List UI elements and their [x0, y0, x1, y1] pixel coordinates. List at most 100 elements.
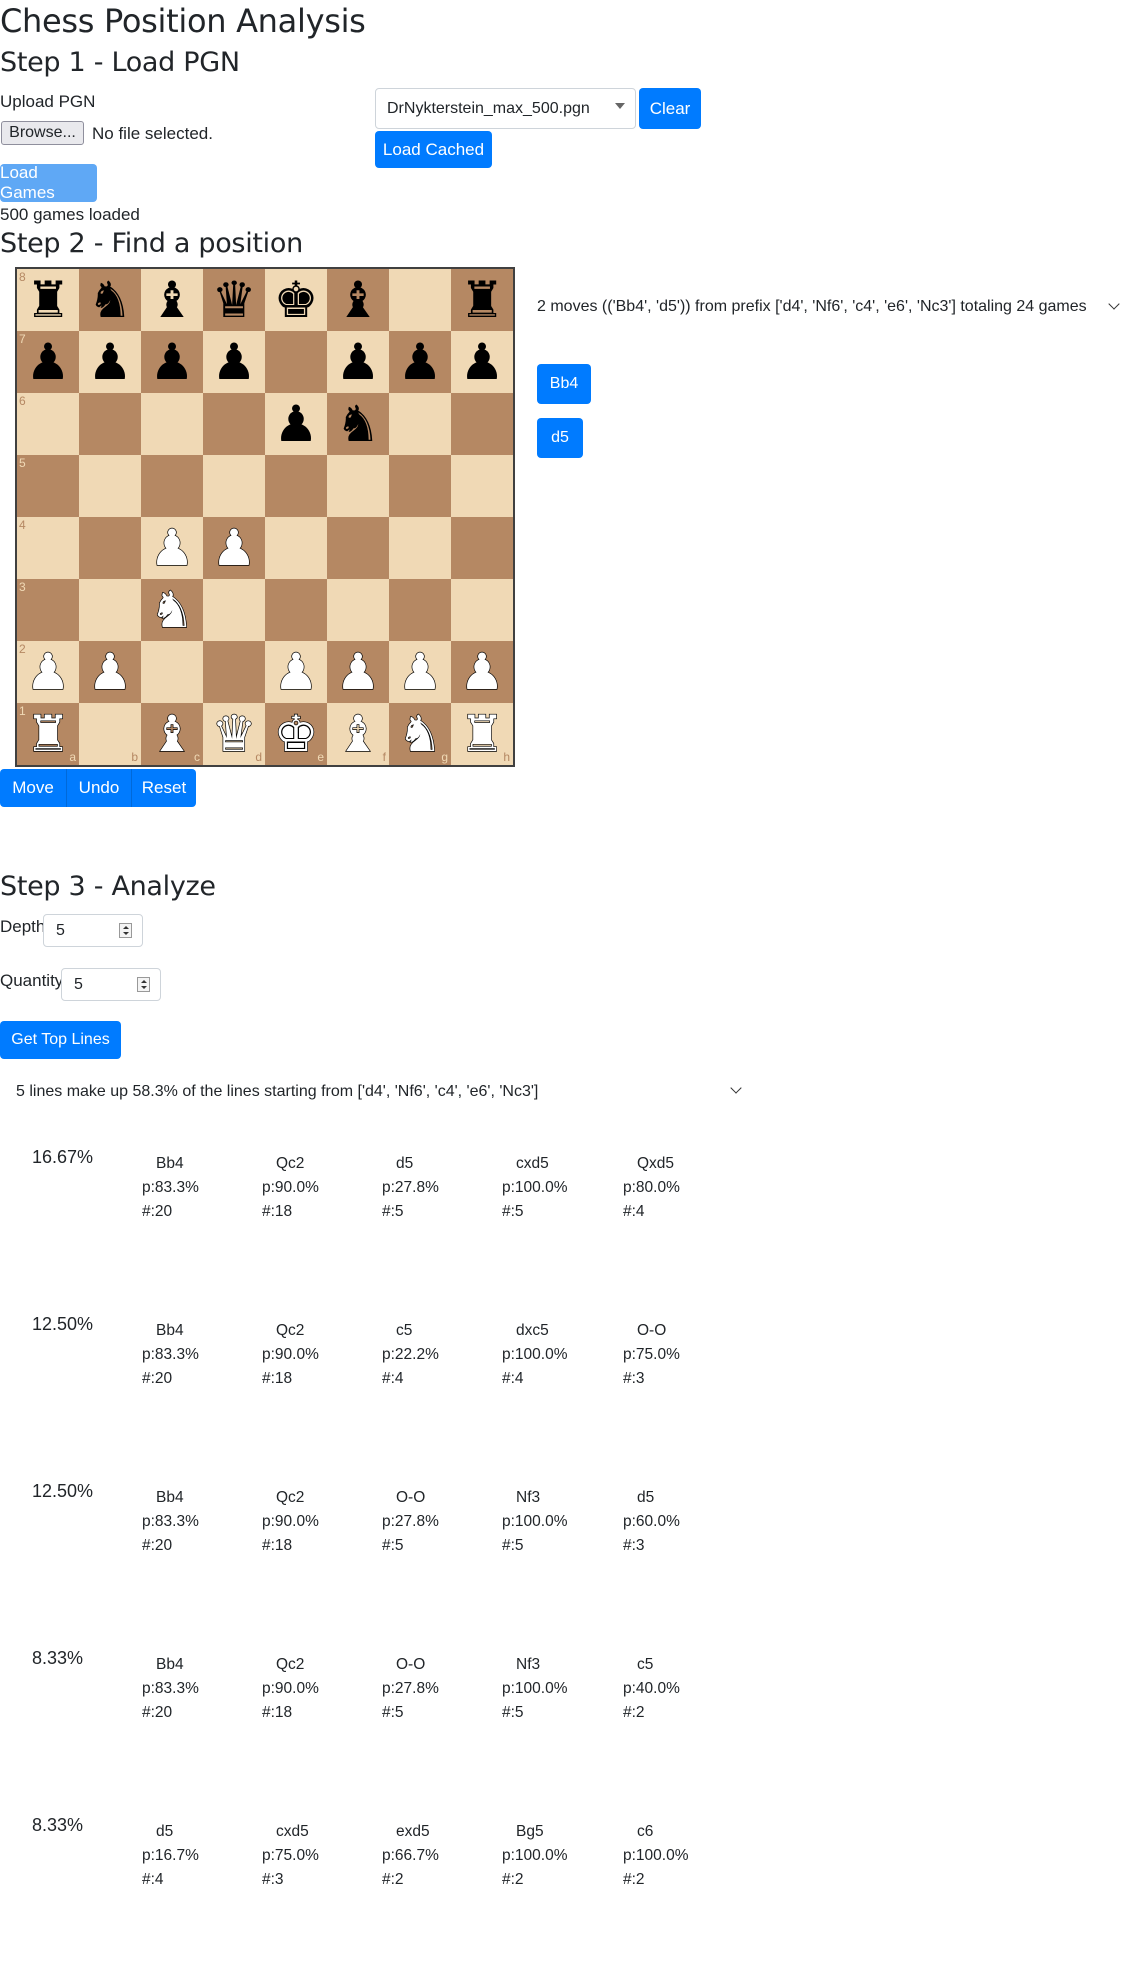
- depth-input[interactable]: 5: [43, 914, 143, 947]
- board-square[interactable]: [203, 579, 265, 641]
- load-cached-button[interactable]: Load Cached: [375, 131, 492, 168]
- board-square[interactable]: c ♝: [141, 703, 203, 765]
- white-pawn-icon[interactable]: ♟: [273, 646, 319, 697]
- board-square[interactable]: ♟: [265, 393, 327, 455]
- board-square[interactable]: [389, 455, 451, 517]
- white-rook-icon[interactable]: ♜: [459, 708, 505, 759]
- chevron-down-icon[interactable]: [730, 1082, 742, 1094]
- board-square[interactable]: 2 ♟: [17, 641, 79, 703]
- white-pawn-icon[interactable]: ♟: [459, 646, 505, 697]
- white-bishop-icon[interactable]: ♝: [149, 708, 195, 759]
- white-knight-icon[interactable]: ♞: [149, 584, 195, 635]
- board-square[interactable]: [79, 579, 141, 641]
- board-square[interactable]: ♟: [79, 331, 141, 393]
- board-square[interactable]: g ♞: [389, 703, 451, 765]
- white-king-icon[interactable]: ♚: [273, 708, 319, 759]
- quantity-input[interactable]: 5: [61, 968, 161, 1001]
- white-rook-icon[interactable]: ♜: [25, 708, 71, 759]
- board-square[interactable]: 4: [17, 517, 79, 579]
- black-rook-icon[interactable]: ♜: [460, 275, 505, 325]
- black-pawn-icon[interactable]: ♟: [460, 337, 505, 387]
- board-square[interactable]: [451, 393, 513, 455]
- browse-button[interactable]: Browse...: [1, 121, 84, 145]
- board-square[interactable]: [141, 455, 203, 517]
- board-square[interactable]: h ♜: [451, 703, 513, 765]
- board-square[interactable]: 3: [17, 579, 79, 641]
- board-square[interactable]: [389, 579, 451, 641]
- board-square[interactable]: ♟: [389, 641, 451, 703]
- board-square[interactable]: [265, 579, 327, 641]
- board-square[interactable]: f ♝: [327, 703, 389, 765]
- black-pawn-icon[interactable]: ♟: [26, 337, 71, 387]
- board-square[interactable]: [389, 517, 451, 579]
- board-square[interactable]: 6: [17, 393, 79, 455]
- black-knight-icon[interactable]: ♞: [88, 275, 133, 325]
- next-move-button[interactable]: d5: [537, 418, 583, 458]
- board-square[interactable]: 7 ♟: [17, 331, 79, 393]
- white-pawn-icon[interactable]: ♟: [25, 646, 71, 697]
- board-square[interactable]: ♛: [203, 269, 265, 331]
- black-pawn-icon[interactable]: ♟: [274, 399, 319, 449]
- load-games-button[interactable]: Load Games: [0, 163, 97, 202]
- board-square[interactable]: [389, 269, 451, 331]
- white-queen-icon[interactable]: ♛: [211, 708, 257, 759]
- clear-button[interactable]: Clear: [639, 88, 701, 129]
- black-bishop-icon[interactable]: ♝: [150, 275, 195, 325]
- board-square[interactable]: d ♛: [203, 703, 265, 765]
- black-pawn-icon[interactable]: ♟: [398, 337, 443, 387]
- cached-file-select[interactable]: DrNykterstein_max_500.pgn: [375, 88, 636, 129]
- lines-summary-toggle[interactable]: 5 lines make up 58.3% of the lines start…: [16, 1083, 538, 1101]
- board-square[interactable]: 1 a ♜: [17, 703, 79, 765]
- board-square[interactable]: ♟: [327, 641, 389, 703]
- board-square[interactable]: [265, 455, 327, 517]
- white-bishop-icon[interactable]: ♝: [335, 708, 381, 759]
- board-square[interactable]: ♞: [79, 269, 141, 331]
- board-square[interactable]: ♟: [451, 641, 513, 703]
- white-pawn-icon[interactable]: ♟: [149, 522, 195, 573]
- board-square[interactable]: [327, 455, 389, 517]
- board-square[interactable]: [451, 455, 513, 517]
- board-square[interactable]: [141, 641, 203, 703]
- board-square[interactable]: [203, 393, 265, 455]
- board-square[interactable]: ♟: [389, 331, 451, 393]
- chess-board[interactable]: 8 ♜ ♞ ♝ ♛ ♚ ♝ ♜ 7 ♟ ♟ ♟ ♟ ♟ ♟ ♟ 6 ♟ ♞ 5 4 ♟ ♟ 3 ♞ 2 ♟ ♟ ♟ ♟ ♟ ♟ 1 a ♜ b c ♝ d ♛…: [15, 267, 515, 767]
- board-square[interactable]: [265, 331, 327, 393]
- board-square[interactable]: e ♚: [265, 703, 327, 765]
- board-square[interactable]: [265, 517, 327, 579]
- black-pawn-icon[interactable]: ♟: [88, 337, 133, 387]
- board-square[interactable]: ♟: [203, 517, 265, 579]
- board-square[interactable]: 8 ♜: [17, 269, 79, 331]
- board-square[interactable]: ♟: [327, 331, 389, 393]
- board-square[interactable]: ♜: [451, 269, 513, 331]
- moves-summary-toggle[interactable]: 2 moves (('Bb4', 'd5')) from prefix ['d4…: [537, 298, 1087, 316]
- board-square[interactable]: [327, 579, 389, 641]
- get-top-lines-button[interactable]: Get Top Lines: [0, 1021, 121, 1059]
- board-square[interactable]: ♞: [141, 579, 203, 641]
- board-square[interactable]: ♟: [203, 331, 265, 393]
- undo-button[interactable]: Undo: [66, 769, 131, 807]
- black-knight-icon[interactable]: ♞: [336, 399, 381, 449]
- board-square[interactable]: ♟: [265, 641, 327, 703]
- board-square[interactable]: ♟: [141, 517, 203, 579]
- board-square[interactable]: [203, 455, 265, 517]
- black-pawn-icon[interactable]: ♟: [336, 337, 381, 387]
- board-square[interactable]: 5: [17, 455, 79, 517]
- board-square[interactable]: ♝: [141, 269, 203, 331]
- board-square[interactable]: ♚: [265, 269, 327, 331]
- board-square[interactable]: [451, 579, 513, 641]
- board-square[interactable]: ♟: [451, 331, 513, 393]
- board-square[interactable]: [79, 393, 141, 455]
- board-square[interactable]: [79, 455, 141, 517]
- board-square[interactable]: ♝: [327, 269, 389, 331]
- stepper-icon[interactable]: [119, 923, 132, 938]
- reset-button[interactable]: Reset: [131, 769, 196, 807]
- board-square[interactable]: [327, 517, 389, 579]
- black-bishop-icon[interactable]: ♝: [336, 275, 381, 325]
- next-move-button[interactable]: Bb4: [537, 364, 591, 404]
- move-button[interactable]: Move: [0, 769, 66, 807]
- white-knight-icon[interactable]: ♞: [397, 708, 443, 759]
- white-pawn-icon[interactable]: ♟: [335, 646, 381, 697]
- stepper-icon[interactable]: [137, 977, 150, 992]
- black-rook-icon[interactable]: ♜: [26, 275, 71, 325]
- white-pawn-icon[interactable]: ♟: [211, 522, 257, 573]
